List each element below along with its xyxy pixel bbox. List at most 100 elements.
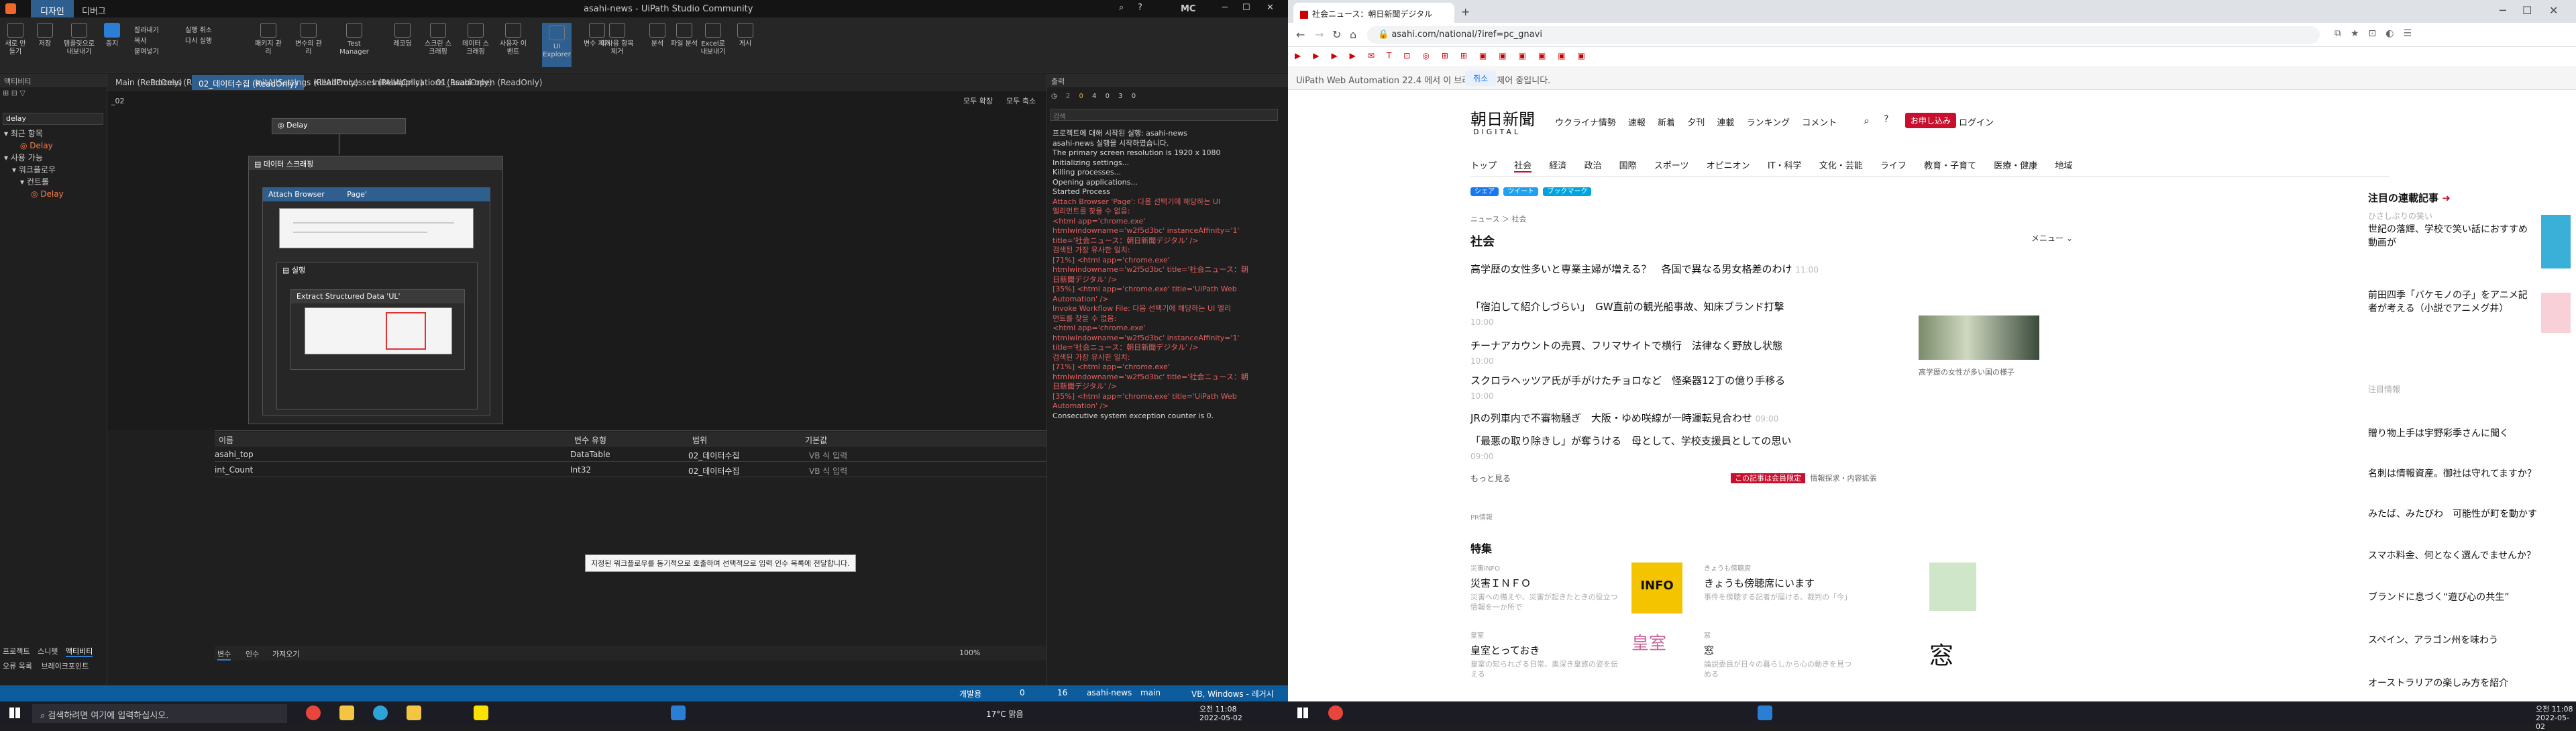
maximize-button[interactable]: ☐ — [1242, 3, 1250, 13]
cat-region[interactable]: 地域 — [2055, 161, 2072, 171]
minimize-button[interactable]: ─ — [1222, 3, 1228, 13]
headline-6[interactable]: 「最悪の取り除きし」が奪うける 母として、学校支援員としての思い 09:00 — [1470, 434, 1806, 464]
new-button[interactable]: 새로 만들기 — [4, 23, 27, 56]
sidebar-item[interactable]: オーストラリアの楽しみ方を紹介 — [2368, 677, 2576, 690]
bookmark-icons[interactable]: ▶▶▶▶✉T⊡◎⊞⊞▣▣▣▣▣▣ — [1295, 51, 1597, 60]
var-scope[interactable]: 02_데이터수집 — [688, 450, 739, 461]
breadcrumb-society[interactable]: 社会 — [1511, 215, 1526, 224]
tree-delay[interactable]: ◎ Delay — [4, 188, 105, 200]
error-list-tab[interactable]: 오류 목록 — [3, 662, 32, 671]
help-icon[interactable]: ? — [1138, 3, 1142, 13]
share-button[interactable]: シェア — [1470, 187, 1499, 196]
cat-international[interactable]: 国際 — [1619, 161, 1637, 171]
copy-button[interactable]: 복사 — [134, 35, 146, 45]
collapse-all-button[interactable]: 모두 축소 — [1006, 95, 1036, 106]
site-logo[interactable]: 朝日新聞 — [1470, 106, 1535, 130]
browser-tab[interactable]: 社会ニュース：朝日新聞デジタル — [1293, 3, 1454, 23]
tab-variables[interactable]: 변수 — [217, 648, 231, 661]
windows-start-icon[interactable] — [1297, 708, 1308, 718]
output-search[interactable]: 검색 — [1050, 109, 1278, 121]
cat-opinion[interactable]: オピニオン — [1707, 161, 1750, 171]
search-icon[interactable]: ⌕ — [1119, 3, 1124, 13]
new-tab-button[interactable]: + — [1461, 5, 1470, 18]
clock-date[interactable]: 2022-05-02 — [2536, 714, 2576, 731]
clock-icon[interactable]: ◷ — [1051, 93, 1057, 100]
ui-explorer-button[interactable]: UI Explorer — [542, 23, 572, 67]
tab-project[interactable]: 프로젝트 — [3, 647, 30, 656]
headline-5[interactable]: JRの列車内で不審物騒ぎ 大阪・ゆめ咲線が一時運転見合わせ 09:00 — [1470, 411, 1833, 426]
sidebar-thumb[interactable] — [2541, 215, 2571, 269]
do-sequence[interactable]: ▤ 실행 Extract Structured Data 'UL' — [276, 262, 478, 409]
analyze-button[interactable]: 분석 — [647, 23, 667, 48]
headline-3[interactable]: チーナアカウントの売買、フリマサイトで横行 法律なく野放し状態 10:00 — [1470, 338, 1806, 369]
user-events-button[interactable]: 사용자 이벤트 — [498, 23, 529, 56]
status-branch[interactable]: main — [1140, 688, 1161, 697]
activities-search[interactable]: delay — [3, 113, 103, 125]
chrome-icon[interactable] — [1328, 705, 1343, 720]
site-help-icon[interactable]: ? — [1884, 114, 1888, 125]
bookmark-button[interactable]: ブックマーク — [1543, 187, 1592, 196]
home-icon[interactable]: ⌂ — [1350, 28, 1356, 41]
debug-count[interactable]: 0 — [1132, 93, 1136, 100]
feature-card-2[interactable]: きょうも傍聴席 きょうも傍聴席にいます 事件を傍聴する記者が届ける、裁判の「今」 — [1704, 563, 1986, 616]
sidebar-item[interactable]: みたば、みたびわ 可能性が町を動かす — [2368, 507, 2576, 521]
undo-button[interactable]: 실행 취소 — [185, 24, 212, 34]
recording-button[interactable]: 레코딩 — [389, 23, 416, 48]
uipath-icon[interactable] — [1758, 705, 1772, 720]
data-scraping-button[interactable]: 데이터 스크래핑 — [460, 23, 491, 56]
manage-variables-button[interactable]: 변수의 관리 — [295, 23, 322, 56]
user-avatar[interactable]: MC — [1181, 4, 1195, 14]
export-template-button[interactable]: 템플릿으로 내보내기 — [60, 23, 98, 56]
sidebar-item[interactable]: スマホ料金、何となく選んでませんか？ — [2368, 549, 2576, 563]
more-link[interactable]: もっと見る — [1470, 473, 1511, 484]
notice-cancel-button[interactable]: 취소 — [1465, 70, 1497, 86]
files-icon[interactable] — [407, 705, 421, 720]
subscribe-button[interactable]: お申し込み — [1905, 113, 1957, 128]
trace-count[interactable]: 0 — [1106, 93, 1110, 100]
login-link[interactable]: ログイン — [1959, 115, 1994, 128]
attach-browser-activity[interactable]: Attach Browser Page' ▤ 실행 Extract Struct… — [262, 187, 490, 416]
tab-debug[interactable]: 디버그 — [82, 4, 106, 17]
status-project[interactable]: asahi-news — [1087, 688, 1132, 697]
var-default[interactable]: VB 식 입력 — [809, 465, 847, 477]
remove-unused-button[interactable]: 미사용 항목 제거 — [600, 23, 634, 56]
cut-button[interactable]: 잘라내기 — [134, 24, 159, 34]
cat-economy[interactable]: 経済 — [1549, 161, 1566, 171]
analyze-file-button[interactable]: 파일 분석 — [671, 23, 698, 48]
tree-recent[interactable]: ▾ 최근 항목 — [4, 128, 105, 140]
screen-scraping-button[interactable]: 스크린 스크래핑 — [423, 23, 453, 56]
nav-ukraine[interactable]: ウクライナ情勢 — [1555, 118, 1616, 128]
nav-series[interactable]: 連載 — [1717, 118, 1734, 128]
cat-top[interactable]: トップ — [1470, 161, 1497, 171]
site-search-icon[interactable]: ⌕ — [1864, 114, 1870, 128]
cat-politics[interactable]: 政治 — [1584, 161, 1601, 171]
tree-delay-recent[interactable]: ◎ Delay — [4, 140, 105, 152]
error-count[interactable]: 2 — [1066, 93, 1070, 100]
nav-ranking[interactable]: ランキング — [1747, 118, 1790, 128]
headline-2[interactable]: 「宿泊して紹介しづらい」 GW直前の観光船事故、知床ブランド打撃 10:00 — [1470, 299, 1806, 330]
extract-structured-data[interactable]: Extract Structured Data 'UL' — [290, 289, 465, 370]
breadcrumb-news[interactable]: ニュース — [1470, 215, 1499, 224]
var-name[interactable]: int_Count — [215, 465, 253, 475]
ad-banner[interactable]: この記事は会員限定 情報探求・内容拡張 — [1731, 473, 1877, 483]
minimize-button[interactable]: ─ — [2500, 4, 2506, 17]
delay-activity[interactable]: ◎ Delay — [272, 118, 406, 134]
uipath-icon[interactable] — [671, 705, 686, 720]
stop-button[interactable]: 중지 — [102, 23, 122, 48]
breakpoints-tab[interactable]: 브레이크포인트 — [41, 662, 89, 671]
cat-sports[interactable]: スポーツ — [1654, 161, 1689, 171]
test-manager-button[interactable]: Test Manager — [335, 23, 373, 56]
chrome-icon[interactable] — [306, 705, 321, 720]
back-icon[interactable]: ← — [1296, 28, 1305, 41]
warning-count[interactable]: 0 — [1079, 93, 1083, 100]
tweet-button[interactable]: ツイート — [1503, 187, 1539, 196]
headline-1[interactable]: 高学歴の女性多いと専業主婦が増える？ 各国で異なる男女格差のわけ 11:00 — [1470, 262, 1833, 277]
tab-activities[interactable]: 액티비티 — [65, 647, 93, 657]
section-menu-button[interactable]: メニュー ⌄ — [2031, 232, 2073, 244]
tab-imports[interactable]: 가져오기 — [272, 648, 299, 659]
var-name[interactable]: asahi_top — [215, 450, 254, 459]
maximize-button[interactable]: ☐ — [2522, 4, 2532, 17]
info-count[interactable]: 4 — [1092, 93, 1096, 100]
cat-culture[interactable]: 文化・芸能 — [1819, 161, 1863, 171]
forward-icon[interactable]: → — [1315, 28, 1324, 41]
